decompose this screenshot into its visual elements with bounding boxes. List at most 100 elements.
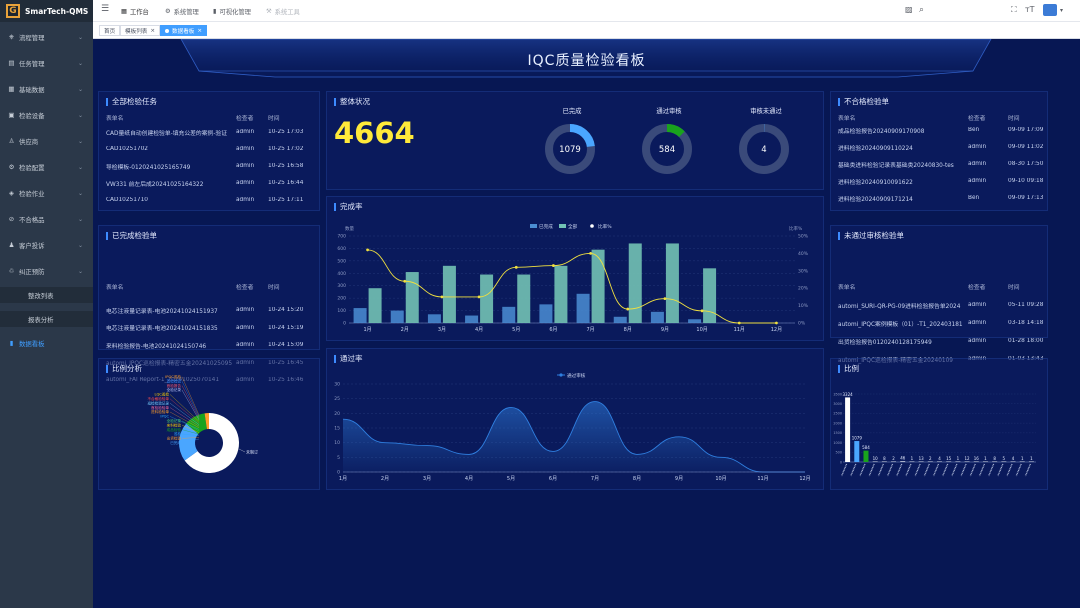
bar-data-label: 4: [1012, 456, 1015, 461]
ratio-bar: [955, 461, 961, 462]
table-cell: 09-09 11:02: [1008, 144, 1044, 150]
table-cell: admin: [236, 342, 255, 348]
tab-template-list[interactable]: 模板列表 ×: [120, 25, 161, 36]
column-header: 表单名: [106, 284, 124, 291]
table-row[interactable]: 导检模板-0120241025165749 admin 10-25 16:58: [106, 161, 318, 171]
nav-system-admin[interactable]: ⚙ 系统管理: [165, 0, 199, 22]
table-cell: Ben: [968, 195, 980, 201]
sidebar-item-1[interactable]: ▤ 任务管理 ⌄: [0, 56, 93, 70]
pie-label: IPQC: [160, 415, 169, 419]
font-size-icon[interactable]: ᴛT: [1025, 5, 1035, 14]
table-row[interactable]: 电芯注液量记录表-电池20241024151937 admin 10-24 15:2…: [106, 305, 318, 315]
tab-home[interactable]: 首页: [99, 25, 121, 36]
tag-view-bar: 首页 模板列表 × 数据看板 ×: [93, 22, 1080, 39]
sidebar-subitem-1[interactable]: 报表分析: [0, 311, 93, 327]
table-row[interactable]: 进料检验20240909110224 admin 09-09 11:02: [838, 142, 1050, 152]
image-icon[interactable]: ▨: [905, 5, 913, 14]
table-cell: 10-24 15:20: [268, 307, 304, 313]
ratio-bar: [863, 450, 869, 462]
table-row[interactable]: automi_IPQC案例模板（01）-T1_202403181 admin 03-…: [838, 318, 1050, 328]
table-cell: 电芯注液量记录表-电池20241024151835: [106, 326, 218, 332]
nav-system-tools[interactable]: ⚒ 系统工具: [266, 0, 300, 22]
app-name: SmarTech-QMS: [25, 6, 89, 16]
sidebar-item-dashboard[interactable]: ▮ 数据看板: [0, 336, 93, 350]
table-row[interactable]: 电芯注液量记录表-电池20241024151835 admin 10-24 15:1…: [106, 323, 318, 333]
pie-label: 全检记录: [167, 387, 182, 392]
x-tick-label: [923, 463, 930, 477]
table-cell: 10-25 16:44: [268, 180, 304, 186]
app-logo[interactable]: G SmarTech-QMS: [0, 0, 93, 22]
table-row[interactable]: 进料检验20240910091622 admin 09-10 09:18: [838, 176, 1050, 186]
table-cell: CAD量纸自动创建检验单-填充公差的案例-验证: [106, 130, 228, 137]
close-icon[interactable]: ×: [150, 28, 155, 34]
table-row[interactable]: CAD10251710 admin 10-25 17:11: [106, 195, 318, 205]
table-row[interactable]: CAD量纸自动创建检验单-填充公差的案例-验证 admin 10-25 17:03: [106, 127, 318, 137]
table-cell: 来料检验报告-电池20241024150746: [106, 343, 207, 350]
ratio-bar: [1028, 461, 1034, 462]
sidebar-subitem-0[interactable]: 整改列表: [0, 287, 93, 303]
column-header: 表单名: [106, 115, 124, 122]
table-cell: admin: [968, 338, 987, 344]
close-icon[interactable]: ×: [197, 28, 202, 34]
sidebar-item-8[interactable]: ♟ 客户投诉 ⌄: [0, 238, 93, 252]
chevron-down-icon[interactable]: ▾: [1060, 7, 1063, 14]
rate-point: [403, 279, 407, 283]
nav-workbench[interactable]: ▦ 工作台: [121, 0, 149, 22]
pie-label: IPQC巡检: [165, 374, 181, 379]
sidebar-item-0[interactable]: ⎈ 流程管理 ⌄: [0, 30, 93, 44]
fullscreen-icon[interactable]: ⛶: [1011, 5, 1017, 15]
legend-swatch: [590, 224, 594, 228]
tab-dashboard[interactable]: 数据看板 ×: [160, 25, 208, 36]
sidebar-item-4[interactable]: ♙ 供应商 ⌄: [0, 134, 93, 148]
table-row[interactable]: 基础类进料检验记录表基础类20240830-tes admin 08-30 17:5…: [838, 159, 1050, 169]
ratio-bar: [872, 461, 878, 462]
table-row[interactable]: 出货检验报告0120240128175949 admin 01-28 18:00: [838, 336, 1050, 346]
table-row[interactable]: 进料检验20240909171214 Ben 09-09 17:13: [838, 193, 1050, 203]
sidebar-item-6[interactable]: ◈ 检验作业 ⌄: [0, 186, 93, 200]
y-tick-label: 10: [334, 440, 340, 446]
sidebar-item-9[interactable]: ♲ 纠正预防 ⌄: [0, 264, 93, 278]
ratio-bar: [982, 461, 988, 462]
bar-data-label: 584: [862, 445, 870, 450]
table-row[interactable]: 成品检验报告20240909170908 Ben 09-09 17:09: [838, 125, 1050, 135]
complaint-icon: ♟: [8, 241, 15, 249]
table-row[interactable]: automi_SURI-QR-PG-09进料检验报告单2024 admin 05-1…: [838, 300, 1050, 310]
x-tick-label: 8月: [633, 476, 641, 482]
table-cell: admin: [236, 163, 255, 169]
x-tick-label: [840, 463, 848, 477]
x-tick-label: 1月: [363, 327, 371, 333]
x-tick-label: [997, 463, 1004, 477]
sidebar-item-2[interactable]: ▦ 基础数据 ⌄: [0, 82, 93, 96]
search-icon[interactable]: ⌕: [919, 5, 924, 15]
table-cell: 09-10 09:18: [1008, 178, 1044, 184]
completion-rate-chart: 0 100 200 300 400 500 600 700 0% 10% 20% 30% 40% 50% 数…: [337, 223, 809, 333]
completed-panel: 已完成检验单 表单名 检查者 时间 电芯注液量记录表-电池20241024151937…: [98, 225, 320, 383]
table-row[interactable]: VW331 前左后成20241025164322 admin 10-25 16:44: [106, 178, 318, 188]
y-tick-label: 3000: [833, 402, 842, 406]
avatar[interactable]: [1043, 4, 1057, 16]
rate-point: [700, 309, 704, 313]
table-cell: 03-18 14:18: [1008, 320, 1044, 326]
completion-rate-panel: 完成率 0 100 200 300 400 500 600 700 0% 10% 20% 30% 40%…: [326, 196, 824, 341]
pie-leader-line: [169, 394, 200, 422]
rate-point: [589, 252, 592, 255]
bar-completed: [539, 304, 553, 323]
table-row[interactable]: CAD10251702 admin 10-25 17:02: [106, 144, 318, 154]
column-header: 表单名: [838, 115, 856, 122]
y2-tick-label: 30%: [798, 268, 809, 274]
legend-swatch: [530, 224, 537, 228]
bar-completed: [502, 306, 516, 323]
table-cell: VW331 前左后成20241025164322: [106, 181, 204, 188]
y-tick-label: 2500: [833, 412, 842, 416]
device-icon: ▣: [8, 111, 15, 119]
sidebar-item-label: 检验作业: [19, 189, 45, 198]
pie-leader-line: [238, 448, 246, 453]
menu-toggle-icon[interactable]: ☰: [101, 4, 109, 14]
table-cell: admin: [968, 302, 987, 308]
nav-visual-admin[interactable]: ▮ 可视化管理: [213, 0, 251, 22]
sidebar-item-3[interactable]: ▣ 检验设备 ⌄: [0, 108, 93, 122]
sidebar-item-7[interactable]: ⊘ 不合格品 ⌄: [0, 212, 93, 226]
sidebar-item-5[interactable]: ⚙ 检验配置 ⌄: [0, 160, 93, 174]
table-row[interactable]: 来料检验报告-电池20241024150746 admin 10-24 15:09: [106, 340, 318, 350]
x-tick-label: 3月: [438, 327, 446, 333]
